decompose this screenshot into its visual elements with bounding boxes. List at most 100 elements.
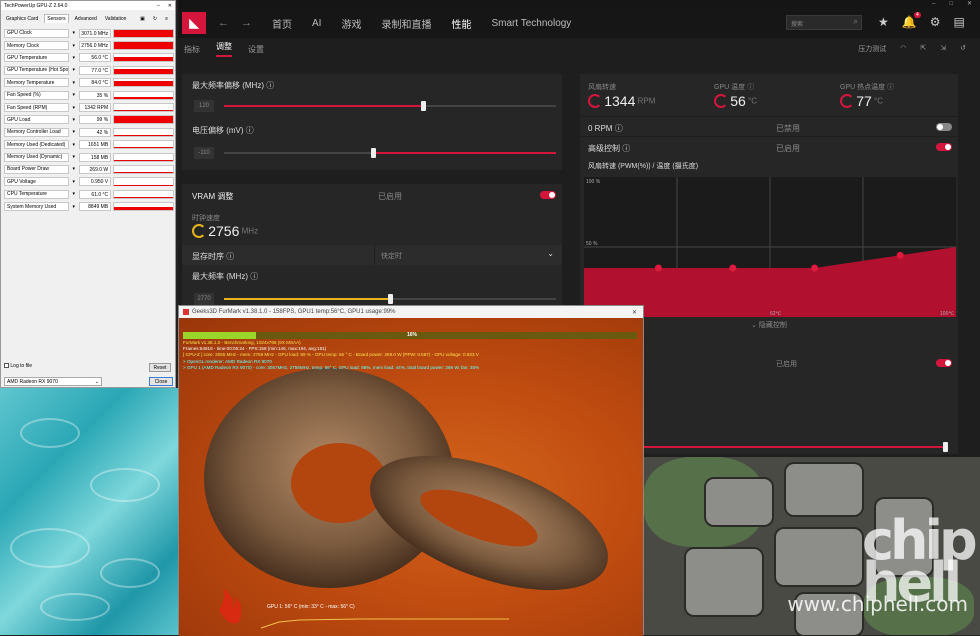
sensor-menu-arrow-icon[interactable]: ▾ — [71, 129, 77, 135]
gpu-select[interactable]: AMD Radeon RX 9070⌄ — [4, 377, 102, 386]
voltage-offset-value[interactable]: -110 — [194, 147, 214, 159]
maximize-icon[interactable]: □ — [949, 0, 953, 8]
tab-validation[interactable]: Validation — [103, 15, 129, 23]
minimize-icon[interactable]: – — [157, 3, 160, 9]
sensor-graph — [113, 78, 174, 87]
info-icon[interactable]: ⓘ — [622, 144, 630, 153]
sensor-graph — [113, 202, 174, 211]
sensor-menu-arrow-icon[interactable]: ▾ — [71, 204, 77, 210]
tab-advanced[interactable]: Advanced — [73, 15, 99, 23]
sensor-menu-arrow-icon[interactable]: ▾ — [71, 30, 77, 36]
sensor-menu-arrow-icon[interactable]: ▾ — [71, 105, 77, 111]
info-icon[interactable]: ⓘ — [246, 126, 254, 135]
lower-slider-knob[interactable] — [943, 442, 948, 452]
info-icon[interactable]: ⓘ — [887, 84, 894, 91]
clock-speed-value: 2756 — [208, 223, 239, 239]
zero-rpm-toggle[interactable] — [936, 123, 952, 131]
fan-curve-chart[interactable]: 100 %50 %62℃100℃ — [584, 177, 956, 317]
sensor-menu-arrow-icon[interactable]: ▾ — [71, 67, 77, 73]
info-icon[interactable]: ⓘ — [250, 272, 258, 281]
sensor-menu-arrow-icon[interactable]: ▾ — [71, 142, 77, 148]
nav-performance[interactable]: 性能 — [451, 16, 471, 31]
sensor-graph — [113, 41, 174, 50]
notification-badge: 4 — [914, 12, 921, 18]
close-icon[interactable]: ✕ — [168, 3, 172, 9]
sensor-graph-fill — [114, 97, 173, 98]
sensor-value: 77.0 °C — [79, 66, 111, 75]
sensor-menu-arrow-icon[interactable]: ▾ — [71, 92, 77, 98]
minimize-icon[interactable]: – — [932, 0, 935, 8]
lower-feature-toggle[interactable] — [936, 359, 952, 367]
sensor-menu-arrow-icon[interactable]: ▾ — [71, 80, 77, 86]
amd-logo[interactable]: ◣ — [182, 12, 206, 34]
lower-slider[interactable] — [640, 446, 946, 448]
sensor-graph — [113, 177, 174, 186]
fan-curve-point — [729, 265, 736, 272]
subtab-settings[interactable]: 设置 — [248, 44, 264, 55]
sensor-menu-arrow-icon[interactable]: ▾ — [71, 43, 77, 49]
sensor-graph — [113, 53, 174, 62]
sensor-list: GPU Clock▾3071.0 MHzMemory Clock▾2756.0 … — [4, 27, 174, 213]
notification-bell-icon[interactable]: 🔔4 — [902, 15, 917, 29]
back-arrow-icon[interactable]: ← — [218, 17, 229, 29]
close-icon[interactable]: ✕ — [967, 0, 972, 8]
nav-smart-technology[interactable]: Smart Technology — [491, 18, 571, 29]
sensor-label: Memory Controller Load — [4, 128, 69, 137]
nav-ai[interactable]: AI — [312, 18, 321, 29]
max-freq-offset-knob[interactable] — [421, 101, 426, 111]
search-input[interactable]: 搜索⌕ — [786, 15, 862, 30]
vram-max-freq-slider[interactable] — [224, 298, 556, 300]
sensor-menu-arrow-icon[interactable]: ▾ — [71, 154, 77, 160]
close-icon[interactable]: ✕ — [632, 309, 637, 316]
log-checkbox[interactable] — [4, 363, 9, 368]
mem-timing-dropdown[interactable]: 快定时⌄ — [374, 245, 562, 265]
info-icon[interactable]: ⓘ — [226, 252, 234, 261]
reset-button[interactable]: Reset — [149, 363, 171, 372]
voltage-offset-knob[interactable] — [371, 148, 376, 158]
nav-record-stream[interactable]: 录制和直播 — [381, 16, 431, 31]
x-tick-label: 100℃ — [940, 311, 954, 317]
sensor-menu-arrow-icon[interactable]: ▾ — [71, 166, 77, 172]
gauge-icon[interactable]: ◠ — [900, 44, 906, 54]
camera-icon[interactable]: ▣ — [138, 15, 147, 23]
advanced-control-toggle[interactable] — [936, 143, 952, 151]
max-freq-offset-value[interactable]: 120 — [194, 100, 214, 112]
export-profile-icon[interactable]: ⇱ — [920, 44, 926, 54]
forward-arrow-icon[interactable]: → — [241, 17, 252, 29]
info-icon[interactable]: ⓘ — [615, 124, 623, 133]
sensor-row: Memory Used (Dynamic)▾158 MB — [4, 151, 174, 163]
sensor-row: Board Power Draw▾269.0 W — [4, 163, 174, 175]
refresh-icon[interactable]: ↻ — [151, 15, 159, 23]
nav-home[interactable]: 首页 — [272, 16, 292, 31]
info-icon[interactable]: ⓘ — [747, 84, 754, 91]
sidebar-toggle-icon[interactable]: ▤ — [953, 15, 964, 29]
sensor-graph — [113, 153, 174, 162]
favorites-star-icon[interactable]: ★ — [878, 15, 889, 29]
stress-test-button[interactable]: 压力测试 — [858, 44, 886, 54]
settings-gear-icon[interactable]: ⚙ — [930, 15, 941, 29]
sensor-menu-arrow-icon[interactable]: ▾ — [71, 117, 77, 123]
import-profile-icon[interactable]: ⇲ — [940, 44, 946, 54]
sensor-graph-fill — [114, 57, 173, 61]
close-button[interactable]: Close — [149, 377, 173, 386]
sensor-menu-arrow-icon[interactable]: ▾ — [71, 179, 77, 185]
sensor-row: Memory Controller Load▾42 % — [4, 126, 174, 138]
subtab-tuning[interactable]: 调整 — [216, 41, 232, 57]
max-freq-offset-slider[interactable] — [224, 105, 556, 107]
vram-toggle[interactable] — [540, 191, 556, 199]
voltage-offset-slider[interactable] — [224, 152, 556, 154]
subtab-metrics[interactable]: 指标 — [184, 44, 200, 55]
sensor-menu-arrow-icon[interactable]: ▾ — [71, 55, 77, 61]
tab-sensors[interactable]: Sensors — [44, 14, 68, 23]
gpuz-titlebar: TechPowerUp GPU-Z 2.64.0 –✕ — [1, 1, 175, 10]
furmark-window: Geeks3D FurMark v1.38.1.0 - 158FPS, GPU1… — [178, 305, 644, 635]
nav-gaming[interactable]: 游戏 — [341, 16, 361, 31]
reset-icon[interactable]: ↺ — [960, 44, 966, 54]
tab-graphics-card[interactable]: Graphics Card — [4, 15, 40, 23]
menu-icon[interactable]: ≡ — [163, 15, 170, 23]
clock-speed-label: 时钟速度 — [192, 213, 220, 223]
vram-max-freq-knob[interactable] — [388, 294, 393, 304]
info-icon[interactable]: ⓘ — [266, 81, 274, 90]
sensor-menu-arrow-icon[interactable]: ▾ — [71, 191, 77, 197]
vram-max-freq-value[interactable]: 2770 — [194, 293, 214, 305]
